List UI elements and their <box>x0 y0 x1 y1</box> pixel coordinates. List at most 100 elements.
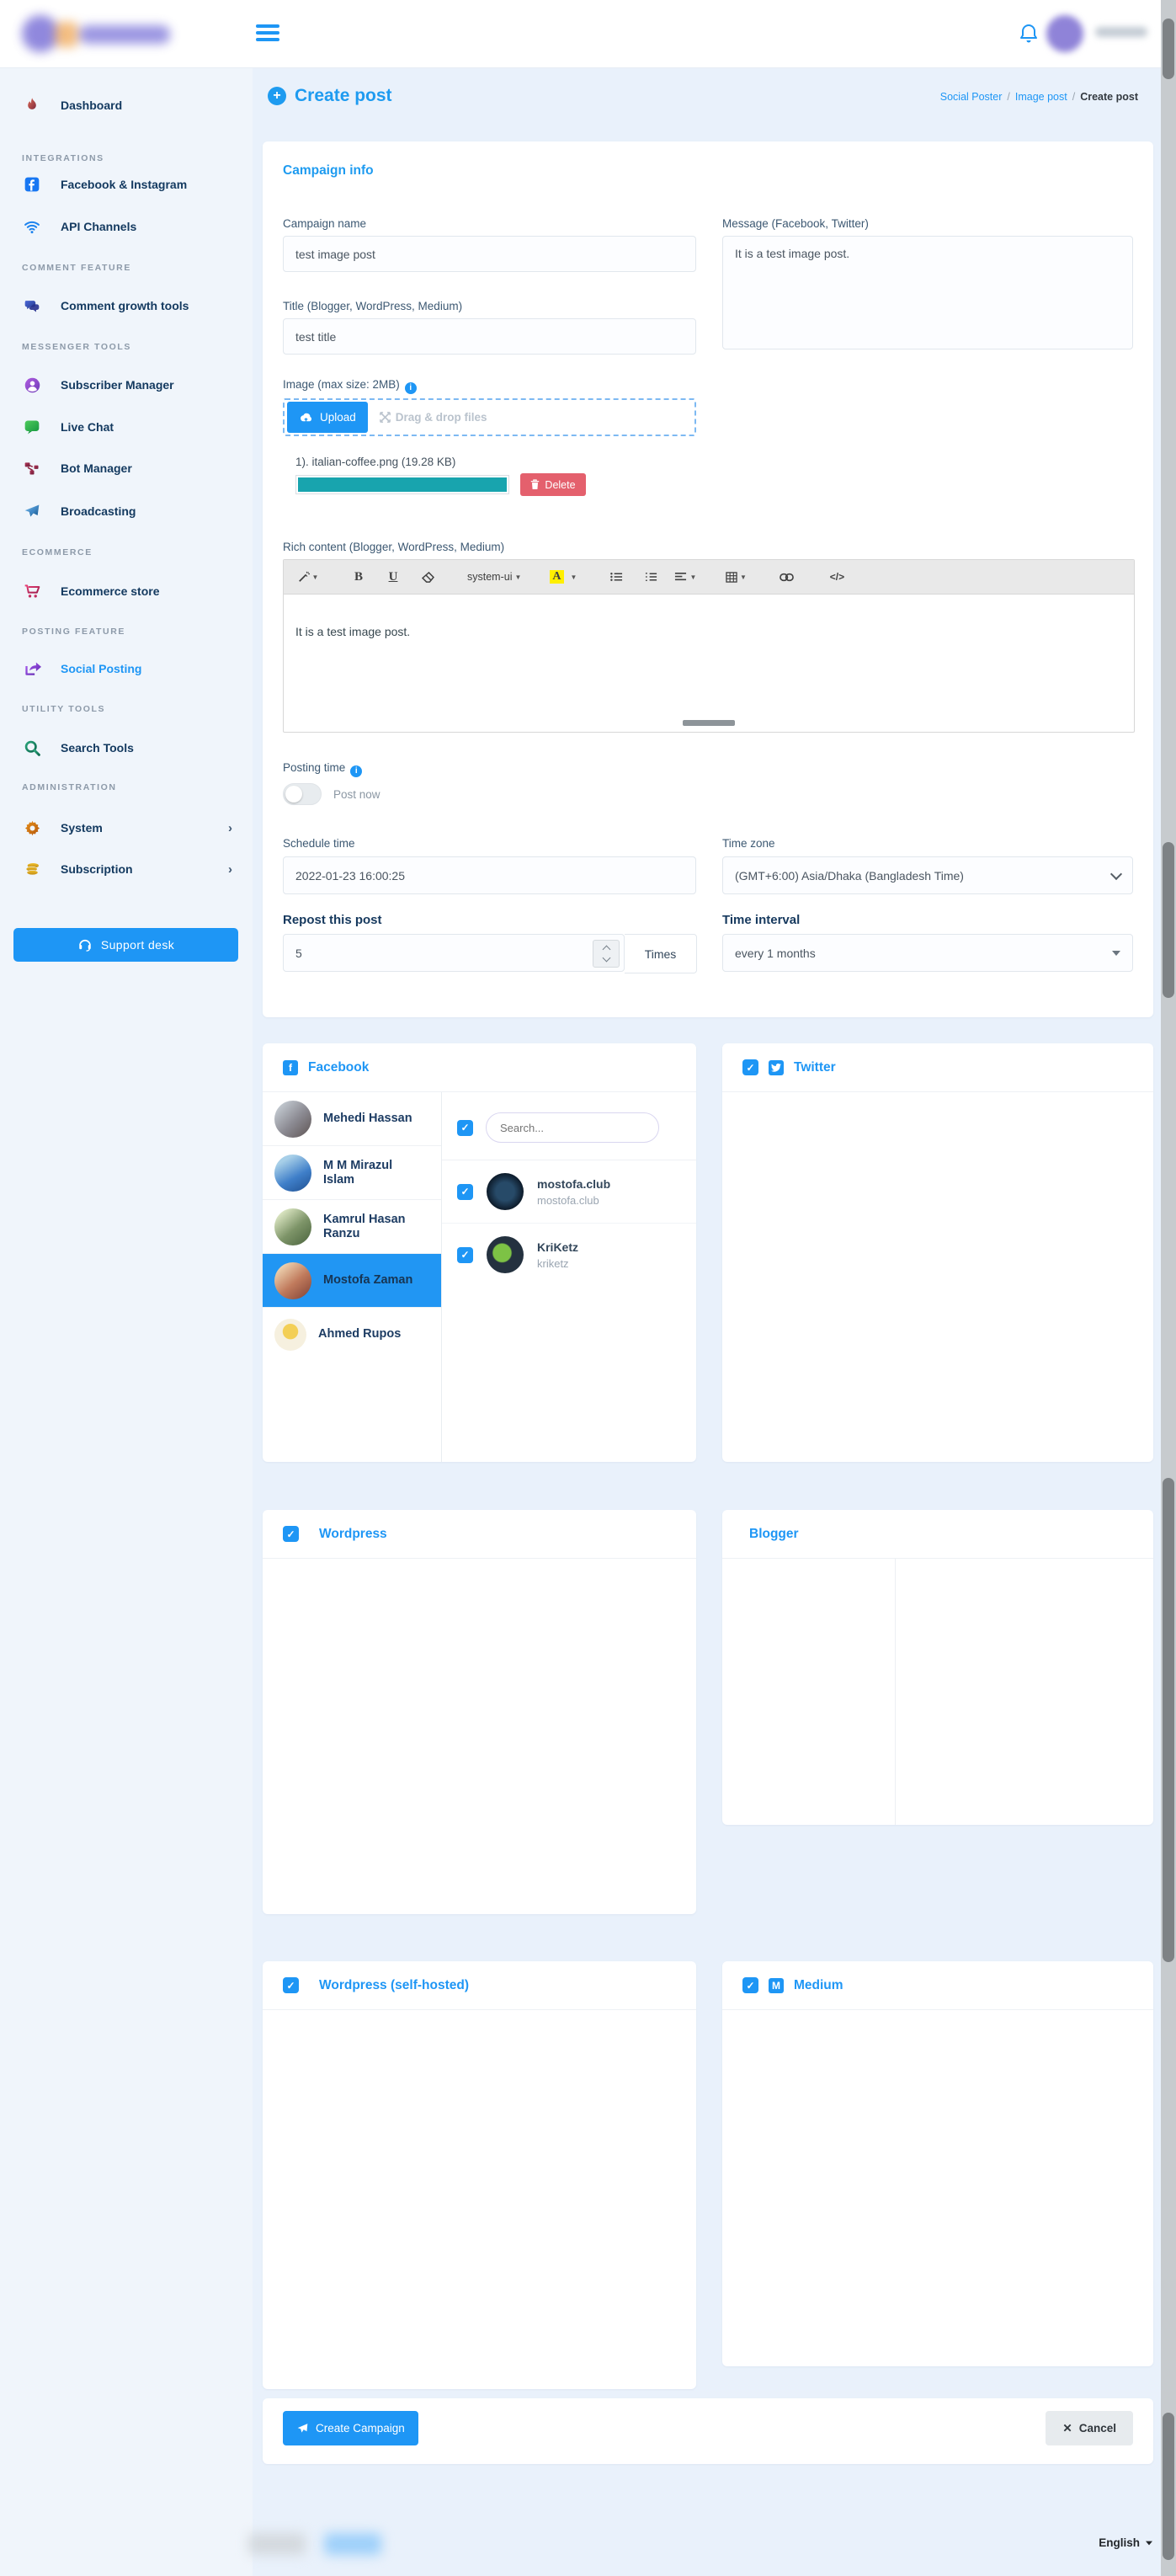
page-checkbox[interactable]: ✓ <box>457 1184 473 1200</box>
scrollbar-thumb[interactable] <box>1163 1478 1174 1962</box>
footer-copyright-blur <box>248 2533 306 2555</box>
timezone-select[interactable]: (GMT+6:00) Asia/Dhaka (Bangladesh Time) <box>722 856 1133 894</box>
facebook-profile-mehedi[interactable]: Mehedi Hassan <box>263 1092 441 1146</box>
blogger-card-body <box>722 1559 1153 1825</box>
coins-icon <box>22 859 42 879</box>
blogger-card: Blogger <box>722 1510 1153 1825</box>
sidebar-item-live-chat[interactable]: Live Chat <box>22 414 232 440</box>
font-family-select[interactable]: system-ui▼ <box>464 566 524 588</box>
facebook-page-kriketz[interactable]: ✓ KriKetz kriketz <box>442 1224 696 1286</box>
sidebar-item-broadcasting[interactable]: Broadcasting <box>22 499 232 524</box>
facebook-profile-mostofa-selected[interactable]: Mostofa Zaman <box>263 1254 441 1308</box>
breadcrumb-social-poster[interactable]: Social Poster <box>940 91 1003 103</box>
post-now-toggle[interactable] <box>283 783 322 805</box>
list-ul-icon <box>610 572 623 582</box>
code-view-button[interactable]: </> <box>822 566 851 588</box>
hamburger-menu-icon[interactable] <box>256 24 279 43</box>
sidebar-item-facebook-instagram[interactable]: Facebook & Instagram <box>22 172 232 197</box>
sidebar-item-system[interactable]: System › <box>22 815 232 840</box>
schedule-time-input[interactable] <box>283 856 696 894</box>
select-all-pages-checkbox[interactable]: ✓ <box>457 1120 473 1136</box>
info-icon[interactable]: i <box>405 382 417 394</box>
paragraph-align-button[interactable]: ▼ <box>671 566 700 588</box>
editor-content[interactable]: It is a test image post. <box>284 595 1134 732</box>
create-campaign-button[interactable]: Create Campaign <box>283 2411 418 2445</box>
avatar <box>1046 15 1083 52</box>
pages-search-input[interactable] <box>486 1112 659 1143</box>
delete-file-button[interactable]: Delete <box>520 473 586 496</box>
title-input[interactable] <box>283 318 696 355</box>
sidebar-section-messenger-tools: MESSENGER TOOLS <box>22 342 131 352</box>
sidebar-item-bot-manager[interactable]: Bot Manager <box>22 456 232 481</box>
page-scrollbar[interactable] <box>1161 0 1176 2576</box>
editor-resize-grip[interactable] <box>683 720 735 726</box>
sidebar-item-dashboard[interactable]: Dashboard <box>22 93 232 118</box>
live-chat-icon <box>22 417 42 437</box>
scrollbar-thumb[interactable] <box>1163 19 1174 79</box>
wordpress-card-header: ✓ Wordpress <box>263 1510 696 1559</box>
table-icon <box>726 572 737 583</box>
time-interval-select[interactable]: every 1 months <box>722 934 1133 972</box>
language-selector[interactable]: English <box>1086 2536 1153 2549</box>
sidebar-item-subscriber-manager[interactable]: Subscriber Manager <box>22 372 232 397</box>
medium-checkbox[interactable]: ✓ <box>742 1977 758 1993</box>
facebook-page-mostofa-club[interactable]: ✓ mostofa.club mostofa.club <box>442 1160 696 1224</box>
sidebar-item-ecommerce-store[interactable]: Ecommerce store <box>22 579 232 604</box>
support-desk-button[interactable]: Support desk <box>13 928 238 962</box>
comments-icon <box>22 296 42 316</box>
app-root: Dashboard INTEGRATIONS Facebook & Instag… <box>0 0 1176 2576</box>
scrollbar-thumb[interactable] <box>1163 842 1174 998</box>
breadcrumb-image-post[interactable]: Image post <box>1015 91 1067 103</box>
sidebar-section-integrations: INTEGRATIONS <box>22 153 104 163</box>
image-dropzone[interactable]: Upload Drag & drop files <box>283 398 696 436</box>
page-title: + Create post <box>268 86 392 106</box>
notifications-bell-icon[interactable] <box>1019 23 1039 45</box>
cancel-button[interactable]: ✕ Cancel <box>1046 2411 1133 2445</box>
facebook-profile-kamrul[interactable]: Kamrul Hasan Ranzu <box>263 1200 441 1254</box>
caret-down-icon <box>1112 951 1120 956</box>
facebook-card-header: f Facebook <box>263 1043 696 1092</box>
facebook-card: f Facebook Mehedi Hassan M M Mirazul Isl… <box>263 1043 696 1462</box>
user-menu[interactable] <box>1046 13 1147 54</box>
sidebar-item-social-posting[interactable]: Social Posting <box>22 656 232 681</box>
unordered-list-button[interactable] <box>602 566 631 588</box>
table-button[interactable]: ▼ <box>721 566 750 588</box>
sidebar-item-api-channels[interactable]: API Channels <box>22 214 232 239</box>
chevron-right-icon: › <box>228 821 232 835</box>
font-color-button[interactable]: A▼ <box>546 566 580 588</box>
caret-down-icon <box>1146 2541 1152 2545</box>
link-button[interactable] <box>772 566 801 588</box>
bold-button[interactable]: B <box>344 566 373 588</box>
trash-icon <box>530 479 540 490</box>
sidebar-section-posting-feature: POSTING FEATURE <box>22 627 125 637</box>
wordpress-self-hosted-checkbox[interactable]: ✓ <box>283 1977 299 1993</box>
app-logo[interactable] <box>19 8 195 59</box>
sidebar-item-comment-growth-tools[interactable]: Comment growth tools <box>22 293 232 318</box>
message-textarea[interactable]: It is a test image post. <box>722 236 1133 349</box>
facebook-profile-mirazul[interactable]: M M Mirazul Islam <box>263 1146 441 1200</box>
uploaded-file-name: 1). italian-coffee.png (19.28 KB) <box>295 456 455 468</box>
sidebar-item-search-tools[interactable]: Search Tools <box>22 735 232 760</box>
eraser-button[interactable] <box>413 566 442 588</box>
underline-button[interactable]: U <box>379 566 407 588</box>
facebook-profile-ahmed[interactable]: Ahmed Rupos <box>263 1308 441 1361</box>
scrollbar-thumb[interactable] <box>1163 2413 1174 2560</box>
avatar <box>274 1319 306 1351</box>
campaign-info-card: Campaign info Campaign name Message (Fac… <box>263 141 1153 1017</box>
magic-style-button[interactable]: ▼ <box>294 566 322 588</box>
flame-icon <box>22 95 42 115</box>
wordpress-checkbox[interactable]: ✓ <box>283 1526 299 1542</box>
twitter-checkbox[interactable]: ✓ <box>742 1059 758 1075</box>
blogger-list-column <box>722 1559 896 1825</box>
ordered-list-button[interactable] <box>636 566 665 588</box>
sidebar-item-subscription[interactable]: Subscription › <box>22 856 232 882</box>
footer-link-blur[interactable] <box>324 2533 381 2555</box>
page-checkbox[interactable]: ✓ <box>457 1247 473 1263</box>
repost-count-stepper[interactable] <box>593 940 620 968</box>
repost-count-input[interactable] <box>283 934 625 972</box>
upload-button[interactable]: Upload <box>287 402 368 433</box>
upload-progress-bar <box>295 475 509 494</box>
campaign-name-input[interactable] <box>283 236 696 272</box>
info-icon[interactable]: i <box>350 765 362 777</box>
breadcrumb-current: Create post <box>1080 91 1138 103</box>
